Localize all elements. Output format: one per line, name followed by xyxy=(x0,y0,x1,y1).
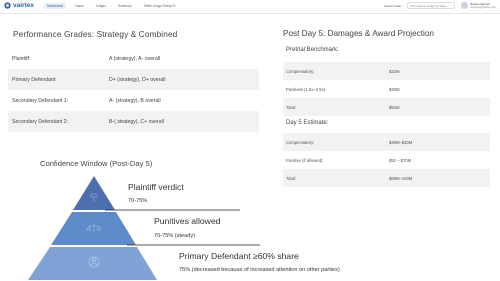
tier-2-title: Punitives allowed xyxy=(154,216,221,226)
confidence-pyramid xyxy=(28,176,260,280)
pyramid-tier-middle xyxy=(51,212,136,245)
tier-1-title: Plaintiff verdict xyxy=(128,182,184,192)
tier-1-detail: 70-75% xyxy=(128,198,148,204)
tier-3-title: Primary Defendant ≥60% share xyxy=(179,251,299,261)
tier-2-detail: 70-75% (steady) xyxy=(154,233,196,239)
tier-3-detail: 75% (decreased because of increased atte… xyxy=(179,267,340,273)
pyramid-tier-top xyxy=(73,176,115,210)
